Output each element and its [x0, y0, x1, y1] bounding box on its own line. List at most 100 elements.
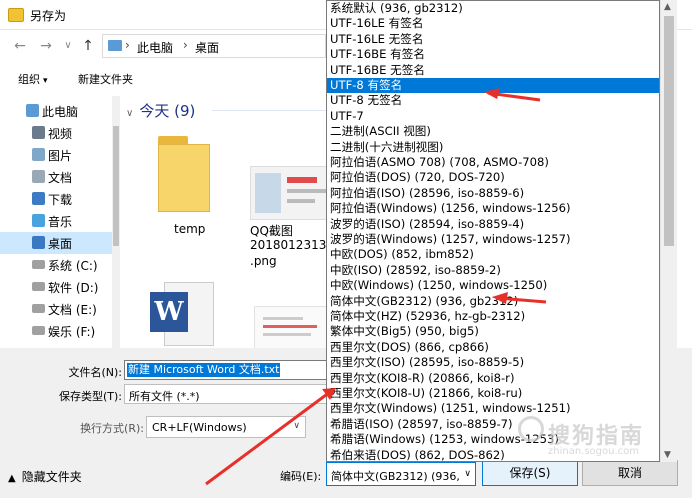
encoding-option[interactable]: 中欧(DOS) (852, ibm852) — [327, 247, 659, 262]
encoding-option[interactable]: 二进制(十六进制视图) — [327, 140, 659, 155]
encoding-option[interactable]: 西里尔文(DOS) (866, cp866) — [327, 340, 659, 355]
encoding-option[interactable]: 波罗的语(Windows) (1257, windows-1257) — [327, 232, 659, 247]
sidebar-item-documents[interactable]: 文档 — [0, 166, 112, 188]
organize-menu[interactable]: 组织 ▾ — [18, 71, 48, 87]
sidebar-item-this-pc[interactable]: 此电脑 — [0, 100, 112, 122]
sidebar-item-drive-e[interactable]: 文档 (E:) — [0, 298, 112, 320]
sidebar-item-drive-d[interactable]: 软件 (D:) — [0, 276, 112, 298]
sidebar-item-label: 图片 — [48, 149, 73, 163]
encoding-option[interactable]: 中欧(ISO) (28592, iso-8859-2) — [327, 263, 659, 278]
thumbnail-detail — [287, 199, 315, 203]
breadcrumb-desktop[interactable]: 桌面 — [195, 39, 219, 56]
image-thumbnail[interactable] — [250, 166, 330, 220]
encoding-option[interactable]: 中欧(Windows) (1250, windows-1250) — [327, 278, 659, 293]
encoding-option[interactable]: 西里尔文(KOI8-U) (21866, koi8-ru) — [327, 386, 659, 401]
sidebar-item-label: 文档 — [48, 171, 73, 185]
word-logo: W — [150, 292, 188, 332]
file-name-qq-line1[interactable]: QQ截图 — [250, 222, 293, 239]
recent-locations-icon[interactable]: ∨ — [58, 36, 78, 56]
sidebar-item-drive-f[interactable]: 娱乐 (F:) — [0, 320, 112, 342]
encoding-option[interactable]: UTF-16BE 无签名 — [327, 63, 659, 78]
encoding-option[interactable]: UTF-8 无签名 — [327, 93, 659, 108]
file-name-qq-line3[interactable]: .png — [250, 254, 277, 268]
folder-app-icon — [8, 8, 24, 22]
encoding-option[interactable]: 西里尔文(KOI8-R) (20866, koi8-r) — [327, 371, 659, 386]
encoding-option[interactable]: 系统默认 (936, gb2312) — [327, 1, 659, 16]
file-name-qq-line2[interactable]: 2018012313317 — [250, 238, 330, 252]
sidebar-item-label: 音乐 — [48, 215, 73, 229]
newline-select[interactable]: CR+LF(Windows) ∨ — [146, 416, 306, 438]
folder-icon[interactable] — [158, 136, 210, 212]
file-name-temp[interactable]: temp — [174, 222, 205, 236]
desktop-folder-icon — [32, 236, 45, 249]
scroll-up-icon[interactable]: ▲ — [664, 2, 671, 12]
caret-up-icon: ▲ — [8, 473, 16, 484]
thumbnail-detail — [263, 333, 311, 336]
forward-arrow-icon[interactable]: → — [36, 36, 56, 56]
save-type-select[interactable]: 所有文件 (*.*) — [124, 384, 330, 404]
chevron-down-icon: ∨ — [293, 421, 300, 431]
encoding-option[interactable]: 阿拉伯语(Windows) (1256, windows-1256) — [327, 201, 659, 216]
sidebar-item-pictures[interactable]: 图片 — [0, 144, 112, 166]
back-arrow-icon[interactable]: ← — [10, 36, 30, 56]
hide-folders-toggle[interactable]: ▲ 隐藏文件夹 — [8, 468, 82, 485]
encoding-option[interactable]: 二进制(ASCII 视图) — [327, 124, 659, 139]
video-folder-icon — [32, 126, 45, 139]
encoding-option[interactable]: UTF-8 有签名 — [327, 78, 659, 94]
up-arrow-icon[interactable]: ↑ — [78, 36, 98, 56]
encoding-option[interactable]: 西里尔文(ISO) (28595, iso-8859-5) — [327, 355, 659, 370]
encoding-option[interactable]: 简体中文(GB2312) (936, gb2312) — [327, 294, 659, 309]
sidebar-item-drive-c[interactable]: 系统 (C:) — [0, 254, 112, 276]
encoding-option[interactable]: UTF-7 — [327, 109, 659, 124]
organize-label: 组织 — [18, 73, 40, 86]
encoding-select[interactable]: 简体中文(GB2312) (936, ∨ — [326, 462, 476, 486]
scrollbar-thumb[interactable] — [113, 126, 119, 246]
word-document-icon[interactable]: W — [150, 282, 214, 346]
sidebar-item-label: 软件 (D:) — [48, 281, 99, 295]
navigation-pane: 此电脑 视频 图片 文档 下载 音乐 桌面 系统 (C:) 软件 (D:) 文档… — [0, 96, 118, 348]
encoding-option[interactable]: UTF-16BE 有签名 — [327, 47, 659, 62]
cancel-button[interactable]: 取消 — [582, 460, 678, 486]
thumbnail-detail — [287, 189, 327, 193]
computer-icon — [108, 40, 122, 51]
thumbnail-detail — [263, 325, 317, 328]
chevron-down-icon: ∨ — [126, 108, 134, 119]
sidebar-item-desktop[interactable]: 桌面 — [0, 232, 112, 254]
address-bar[interactable]: › 此电脑 › 桌面 — [102, 34, 326, 58]
drive-icon — [32, 282, 45, 291]
encoding-option[interactable]: 西里尔文(Windows) (1251, windows-1251) — [327, 401, 659, 416]
breadcrumb-separator: › — [125, 38, 130, 52]
folder-body — [158, 144, 210, 212]
encoding-option[interactable]: 阿拉伯语(DOS) (720, DOS-720) — [327, 170, 659, 185]
scrollbar-thumb[interactable] — [664, 16, 674, 246]
encoding-option[interactable]: 简体中文(HZ) (52936, hz-gb-2312) — [327, 309, 659, 324]
document-thumbnail[interactable] — [254, 306, 330, 348]
window-title: 另存为 — [30, 9, 67, 23]
scroll-down-icon[interactable]: ▼ — [664, 450, 671, 460]
pictures-folder-icon — [32, 148, 45, 161]
encoding-option[interactable]: 阿拉伯语(ASMO 708) (708, ASMO-708) — [327, 155, 659, 170]
encoding-option[interactable]: 波罗的语(ISO) (28594, iso-8859-4) — [327, 217, 659, 232]
filename-input[interactable]: 新建 Microsoft Word 文档.txt — [124, 360, 330, 380]
new-folder-button[interactable]: 新建文件夹 — [78, 71, 133, 87]
sidebar-item-downloads[interactable]: 下载 — [0, 188, 112, 210]
sidebar-scrollbar[interactable] — [112, 96, 120, 348]
encoding-option[interactable]: UTF-16LE 无签名 — [327, 32, 659, 47]
sidebar-item-label: 桌面 — [48, 237, 73, 251]
save-button[interactable]: 保存(S) — [482, 460, 578, 486]
encoding-label: 编码(E): — [280, 470, 322, 483]
encoding-option[interactable]: 阿拉伯语(ISO) (28596, iso-8859-6) — [327, 186, 659, 201]
drive-icon — [32, 304, 45, 313]
save-type-label: 保存类型(T): — [58, 390, 122, 403]
encoding-option[interactable]: 繁体中文(Big5) (950, big5) — [327, 324, 659, 339]
breadcrumb-this-pc[interactable]: 此电脑 — [137, 39, 173, 56]
dropdown-scrollbar[interactable]: ▲ ▼ — [660, 0, 677, 462]
encoding-option[interactable]: UTF-16LE 有签名 — [327, 16, 659, 31]
encoding-dropdown-list[interactable]: 系统默认 (936, gb2312) UTF-16LE 有签名 UTF-16LE 无… — [326, 0, 660, 462]
group-header[interactable]: ∨ 今天 (9) — [126, 100, 195, 121]
sidebar-item-music[interactable]: 音乐 — [0, 210, 112, 232]
thumbnail-detail — [255, 173, 281, 213]
sidebar-item-videos[interactable]: 视频 — [0, 122, 112, 144]
thumbnail-detail — [287, 177, 317, 183]
hide-folders-label: 隐藏文件夹 — [21, 470, 82, 484]
